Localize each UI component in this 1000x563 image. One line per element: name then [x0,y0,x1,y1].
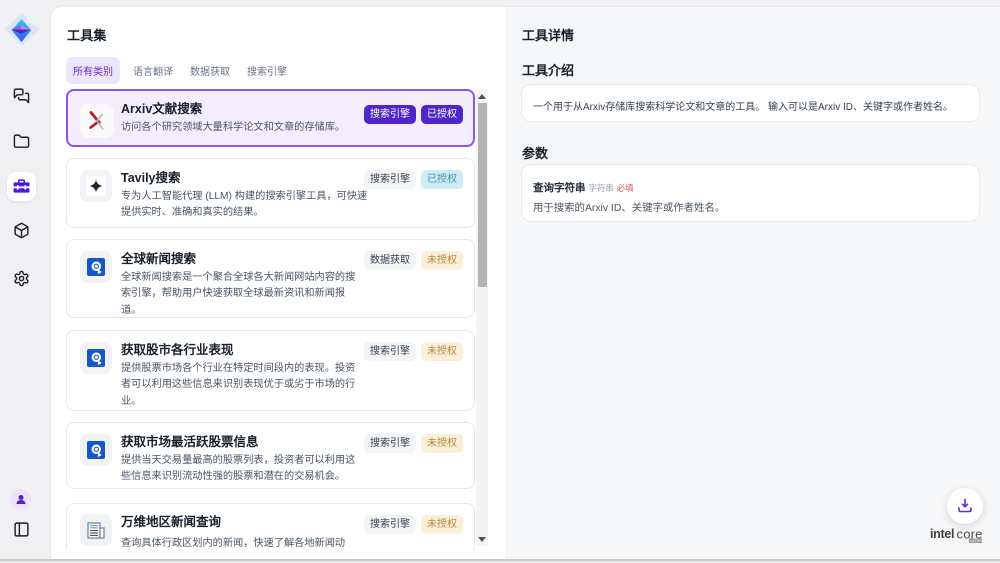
svg-text:ULTRA: ULTRA [970,539,982,543]
svg-text:intel: intel [930,527,954,541]
